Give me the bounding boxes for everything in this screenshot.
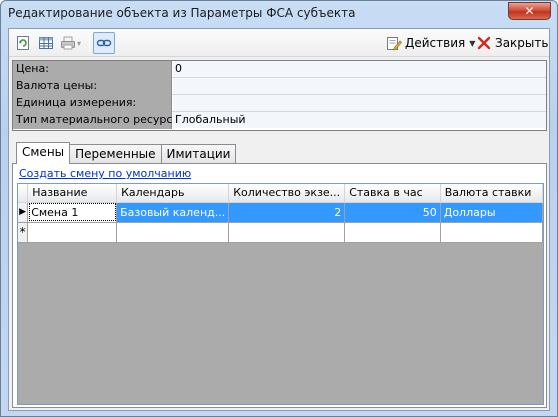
print-button[interactable]: ▾ xyxy=(60,33,81,53)
property-label: Цена: xyxy=(13,61,172,78)
title-bar[interactable]: Редактирование объекта из Параметры ФСА … xyxy=(1,1,557,28)
property-label: Валюта цены: xyxy=(13,78,172,95)
column-header-calendar[interactable]: Календарь xyxy=(116,184,230,203)
tab-simulations[interactable]: Имитации xyxy=(160,144,237,164)
cell-currency[interactable]: Доллары xyxy=(440,202,544,223)
window-title: Редактирование объекта из Параметры ФСА … xyxy=(8,6,356,20)
property-row-price-currency: Валюта цены: xyxy=(13,78,546,95)
cell-calendar[interactable]: Базовый календ... xyxy=(116,202,230,223)
cell-name[interactable]: Смена 1 xyxy=(27,202,118,223)
link-icon xyxy=(96,39,112,47)
tab-shifts[interactable]: Смены xyxy=(16,142,71,164)
column-header-rate[interactable]: Ставка в час xyxy=(344,184,441,203)
column-header-count[interactable]: Количество экзе... xyxy=(228,184,346,203)
current-row-marker-icon[interactable]: ▶ xyxy=(18,202,29,223)
new-cell-currency[interactable] xyxy=(440,222,544,243)
property-value-resource-type[interactable]: Глобальный xyxy=(173,112,546,128)
shifts-grid: Название Календарь Количество экзе... Ст… xyxy=(17,183,544,405)
table-icon xyxy=(39,37,53,49)
property-value-price[interactable]: 0 xyxy=(173,61,546,77)
window-close-button[interactable]: ✕ xyxy=(508,2,551,20)
cell-rate[interactable]: 50 xyxy=(344,202,441,223)
cell-count[interactable]: 2 xyxy=(228,202,346,223)
table-row[interactable]: ▶ Смена 1 Базовый календ... 2 50 Доллары xyxy=(18,202,544,223)
tab-panel-shifts: Создать смену по умолчанию Название Кале… xyxy=(12,163,547,408)
dialog-client-area: ▾ Действия ▼ Закрыть Цена: 0 Валюта цены… xyxy=(8,28,550,411)
property-row-resource-type: Тип материального ресурса: Глобальный xyxy=(13,112,546,129)
new-cell-name[interactable] xyxy=(27,222,118,243)
actions-menu-button[interactable]: Действия ▼ xyxy=(386,33,475,53)
new-row-marker-icon[interactable]: * xyxy=(18,222,29,243)
chevron-down-icon: ▼ xyxy=(469,38,476,48)
property-label: Единица измерения: xyxy=(13,95,172,112)
shifts-table: Название Календарь Количество экзе... Ст… xyxy=(18,184,544,243)
link-toggle-button[interactable] xyxy=(93,32,115,54)
new-cell-calendar[interactable] xyxy=(116,222,230,243)
toolbar-separator xyxy=(89,34,90,52)
actions-label: Действия xyxy=(405,36,466,50)
refresh-button[interactable] xyxy=(15,33,31,53)
new-row[interactable]: * xyxy=(18,222,544,243)
print-dropdown-icon[interactable]: ▾ xyxy=(77,39,81,48)
edit-document-icon xyxy=(387,37,402,51)
properties-grid: Цена: 0 Валюта цены: Единица измерения: … xyxy=(12,60,547,131)
column-header-currency[interactable]: Валюта ставки xyxy=(440,184,544,203)
close-label: Закрыть xyxy=(495,36,549,50)
property-row-unit: Единица измерения: xyxy=(13,95,546,112)
property-row-price: Цена: 0 xyxy=(13,61,546,78)
create-default-shift-link[interactable]: Создать смену по умолчанию xyxy=(19,167,191,180)
tab-variables[interactable]: Переменные xyxy=(69,144,162,164)
new-cell-count[interactable] xyxy=(228,222,346,243)
column-header-name[interactable]: Название xyxy=(27,184,118,203)
row-header-corner xyxy=(18,184,29,203)
table-view-button[interactable] xyxy=(38,33,54,53)
property-label: Тип материального ресурса: xyxy=(13,112,183,129)
printer-icon xyxy=(61,36,75,50)
toolbar: ▾ Действия ▼ Закрыть xyxy=(9,29,549,57)
grid-header-row: Название Календарь Количество экзе... Ст… xyxy=(18,184,544,203)
tab-strip: Смены Переменные Имитации xyxy=(16,142,237,164)
new-cell-rate[interactable] xyxy=(344,222,441,243)
property-value-price-currency[interactable] xyxy=(173,78,546,94)
close-button[interactable]: Закрыть xyxy=(476,33,548,53)
refresh-document-icon xyxy=(17,36,29,50)
close-icon xyxy=(477,36,491,50)
property-value-unit[interactable] xyxy=(173,95,546,111)
dialog-window: Редактирование объекта из Параметры ФСА … xyxy=(0,0,558,417)
